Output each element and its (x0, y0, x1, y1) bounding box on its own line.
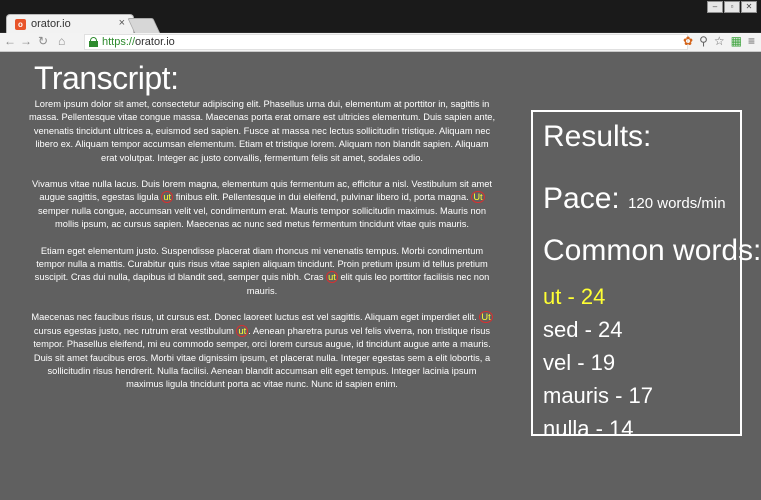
transcript-segment: cursus egestas justo, nec rutrum erat ve… (33, 325, 237, 336)
reload-icon[interactable]: ↻ (38, 34, 48, 48)
transcript-paragraph: Maecenas nec faucibus risus, ut cursus e… (28, 311, 496, 391)
transcript-text: Lorem ipsum dolor sit amet, consectetur … (28, 98, 496, 405)
close-window-icon[interactable]: ✕ (741, 1, 757, 13)
common-words-title: Common words: (543, 234, 761, 267)
page-title: Transcript: (34, 60, 179, 96)
zoom-icon[interactable]: ⚲ (699, 34, 708, 48)
maximize-icon[interactable]: ▫ (724, 1, 740, 13)
results-panel: Results: Pace: 120 words/min Common word… (531, 110, 761, 441)
menu-icon[interactable]: ≡ (748, 34, 755, 48)
highlighted-word: ut (326, 271, 338, 284)
extension-icon[interactable]: ✿ (683, 34, 693, 48)
window-controls: – ▫ ✕ (706, 1, 757, 15)
highlighted-word: ut (236, 324, 249, 337)
lock-icon (89, 37, 98, 47)
browser-toolbar: ← → ↻ ⌂ https://orator.io ✿ ⚲ ☆ ▦ ≡ (0, 33, 761, 52)
highlighted-word: Ut (479, 311, 493, 324)
highlighted-word: Ut (471, 191, 485, 204)
transcript-paragraph: Vivamus vitae nulla lacus. Duis lorem ma… (28, 178, 496, 232)
tab-close-icon[interactable]: × (119, 17, 125, 29)
common-word-item: mauris - 17 (543, 383, 654, 408)
pace-line: Pace: 120 words/min (543, 182, 726, 216)
transcript-paragraph: Lorem ipsum dolor sit amet, consectetur … (28, 98, 496, 165)
transcript-paragraph: Etiam eget elementum justo. Suspendisse … (28, 245, 496, 299)
common-words-list: ut - 24 sed - 24 vel - 19 mauris - 17 nulla … (543, 280, 653, 445)
pace-value: 120 words/min (628, 195, 726, 212)
tab-title: orator.io (31, 18, 71, 30)
browser-chrome: o orator.io × – ▫ ✕ ← → ↻ ⌂ https://orat… (0, 0, 761, 52)
minimize-icon[interactable]: – (707, 1, 723, 13)
highlighted-word: ut (161, 191, 174, 204)
pace-label: Pace: (543, 182, 620, 215)
common-word-item: ut - 24 (543, 284, 606, 309)
results-title: Results: (543, 120, 652, 153)
common-word-item: nulla - 14 (543, 416, 634, 441)
transcript-segment: Lorem ipsum dolor sit amet, consectetur … (28, 99, 496, 163)
url-text: https://orator.io (102, 36, 175, 48)
address-bar[interactable]: https://orator.io (84, 34, 688, 50)
toolbar-icons: ✿ ⚲ ☆ ▦ ≡ (683, 34, 755, 48)
bookmark-star-icon[interactable]: ☆ (714, 34, 725, 48)
home-icon[interactable]: ⌂ (58, 34, 65, 48)
forward-arrow-icon[interactable]: → (20, 34, 32, 48)
browser-tab[interactable]: o orator.io × (6, 14, 134, 34)
common-word-item: sed - 24 (543, 317, 623, 342)
favicon-icon: o (15, 19, 26, 30)
back-arrow-icon[interactable]: ← (4, 34, 16, 48)
sheets-extension-icon[interactable]: ▦ (731, 34, 742, 48)
transcript-segment: semper nulla congue, accumsan velit vel,… (38, 205, 486, 230)
common-word-item: vel - 19 (543, 350, 616, 375)
transcript-segment: finibus elit. Pellentesque in dui eleife… (173, 192, 472, 203)
transcript-segment: Maecenas nec faucibus risus, ut cursus e… (31, 312, 480, 323)
page-content: Transcript: Lorem ipsum dolor sit amet, … (0, 52, 761, 500)
